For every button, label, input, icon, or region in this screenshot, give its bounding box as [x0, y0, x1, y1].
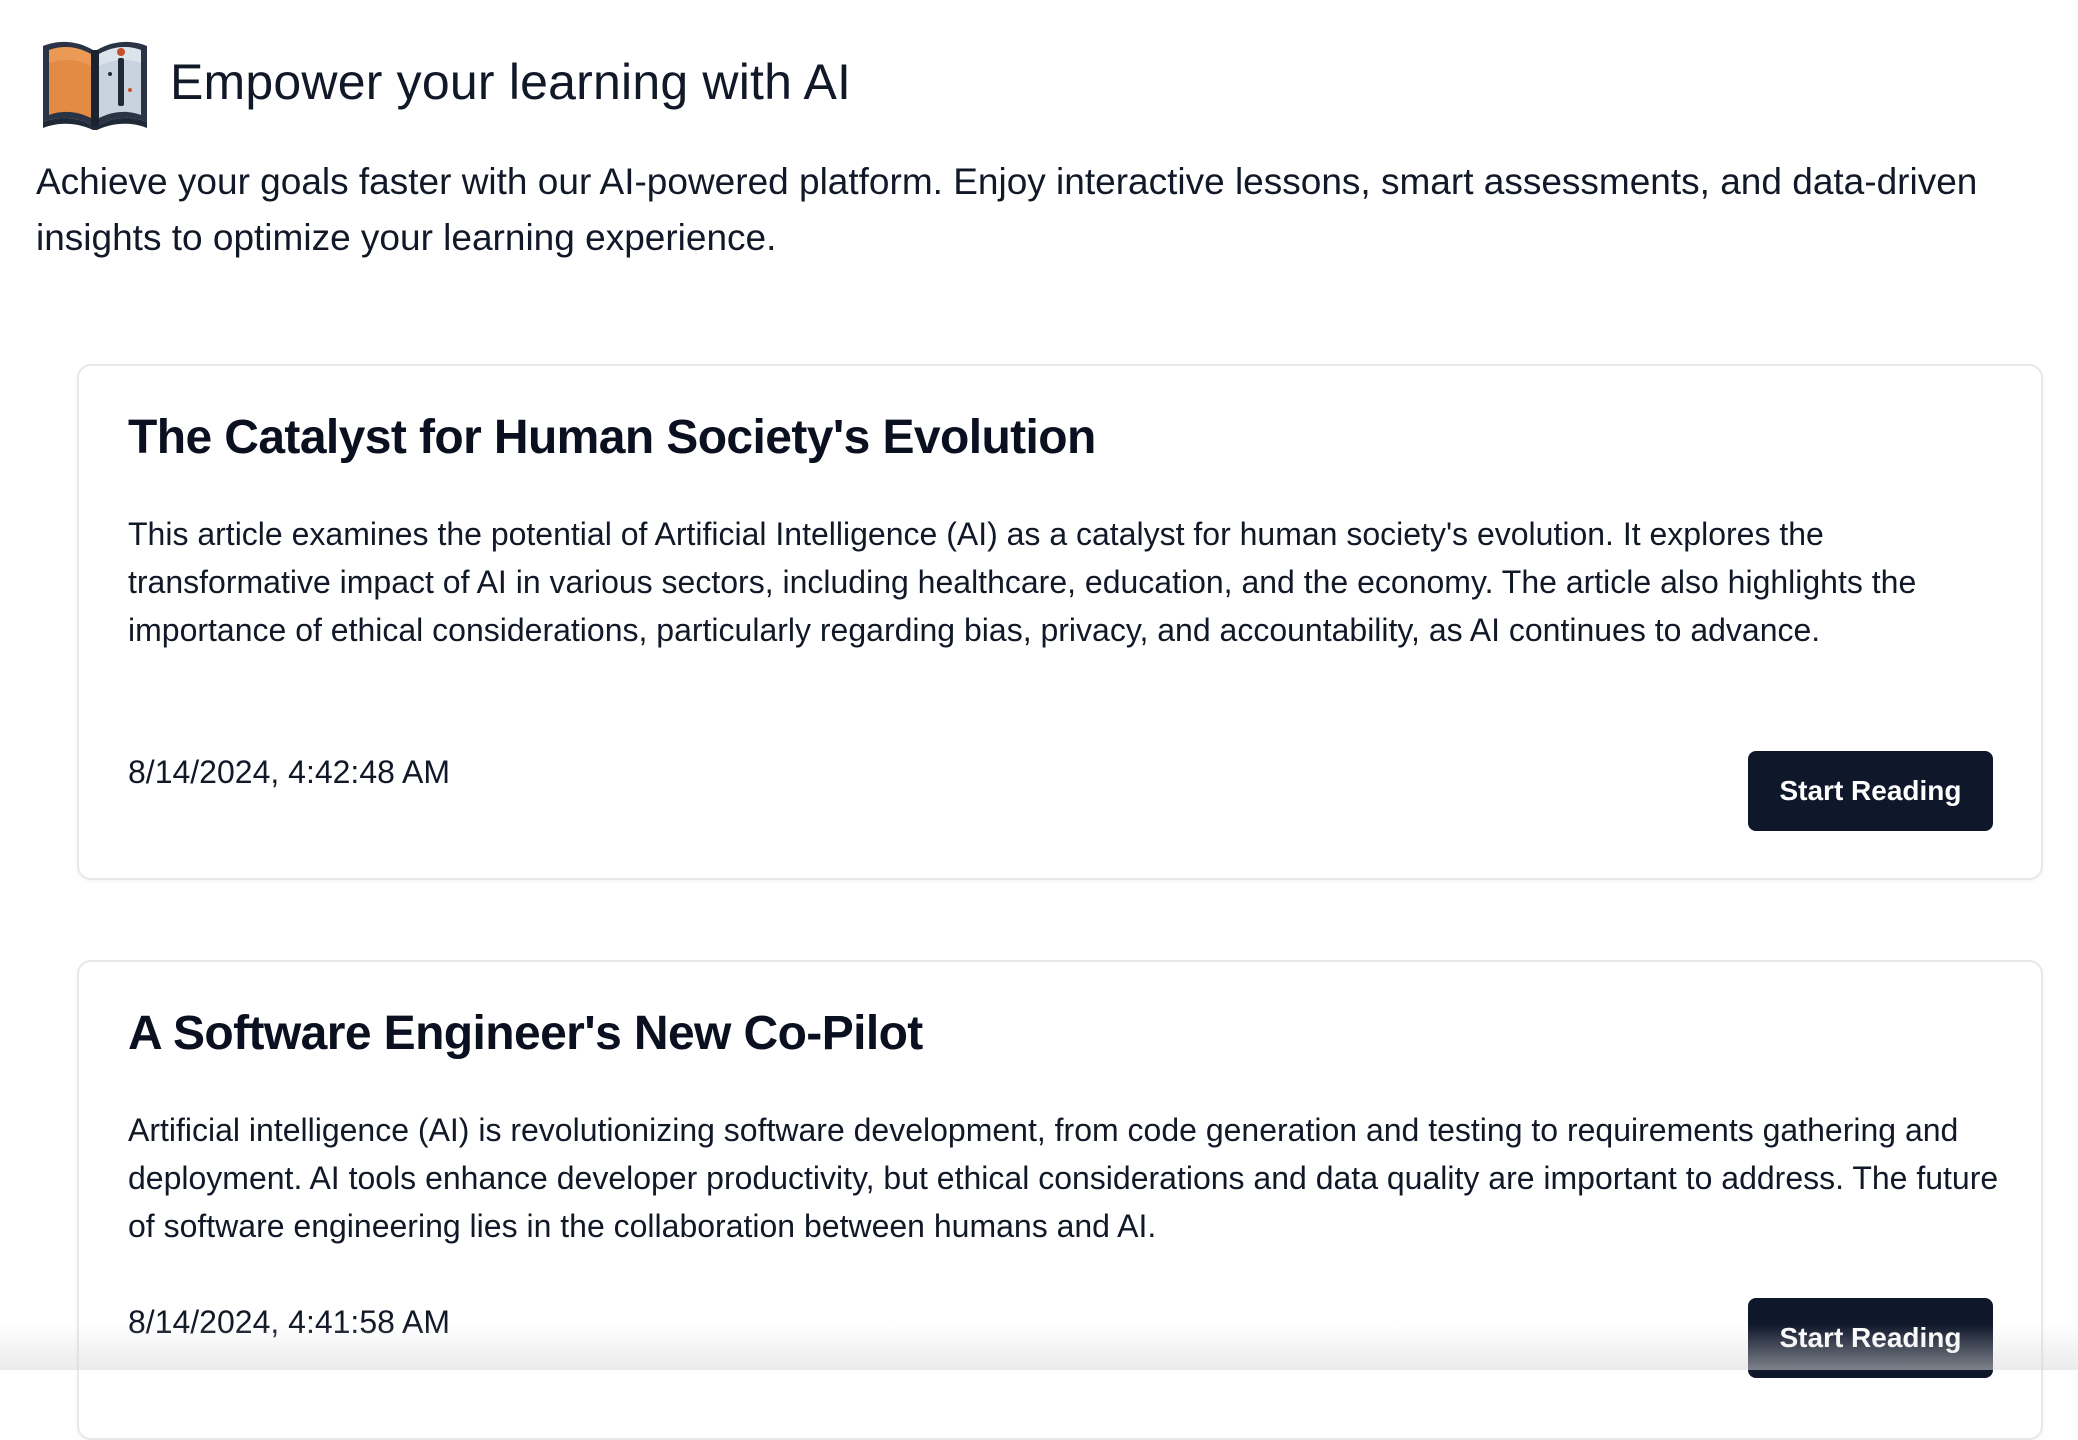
article-timestamp: 8/14/2024, 4:42:48 AM: [128, 754, 451, 790]
open-book-icon: [43, 41, 147, 130]
article-card: The Catalyst for Human Society's Evoluti…: [77, 364, 2043, 880]
article-timestamp: 8/14/2024, 4:41:58 AM: [128, 1304, 451, 1340]
article-card: A Software Engineer's New Co-Pilot Artif…: [77, 960, 2043, 1440]
start-reading-button[interactable]: Start Reading: [1748, 1298, 1993, 1378]
start-reading-button[interactable]: Start Reading: [1748, 751, 1993, 831]
learning-page: Empower your learning with AI Achieve yo…: [0, 0, 2078, 1440]
page-header: Empower your learning with AI: [40, 34, 851, 130]
article-title: A Software Engineer's New Co-Pilot: [128, 1007, 923, 1060]
article-summary: Artificial intelligence (AI) is revoluti…: [128, 1112, 1999, 1244]
article-summary: This article examines the potential of A…: [128, 516, 1917, 648]
article-title: The Catalyst for Human Society's Evoluti…: [128, 411, 1096, 464]
page-title: Empower your learning with AI: [170, 54, 852, 110]
page-subtitle: Achieve your goals faster with our AI-po…: [36, 161, 1978, 258]
